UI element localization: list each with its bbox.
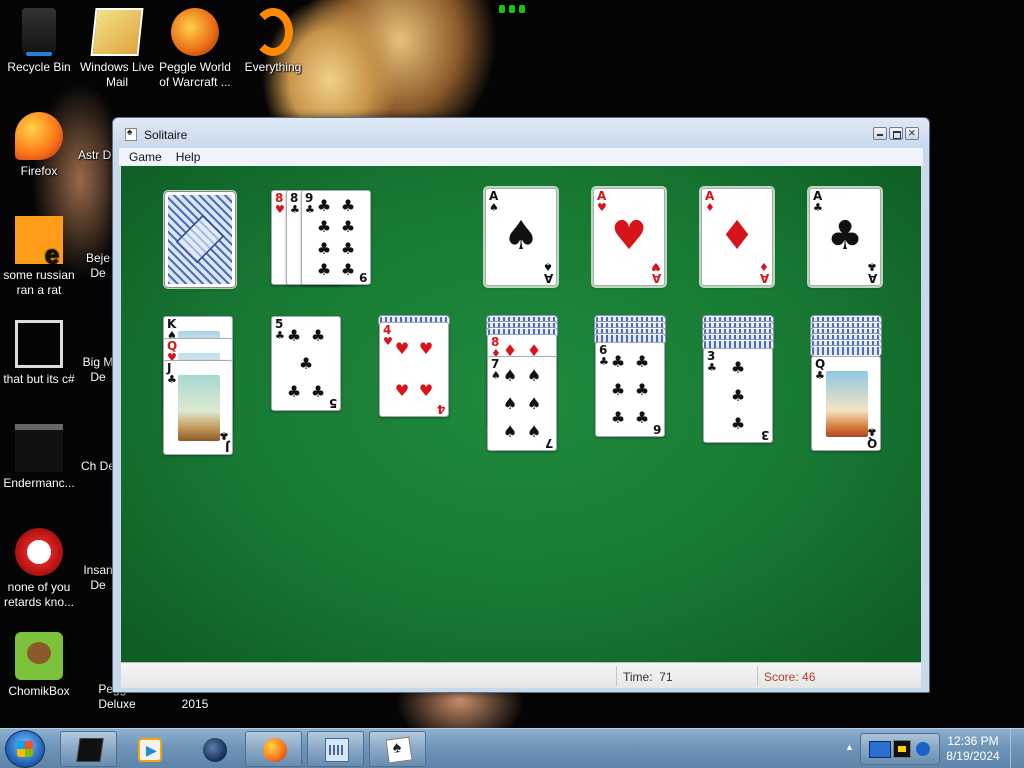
sync-icon[interactable] xyxy=(916,742,930,756)
time-value: 71 xyxy=(659,670,673,684)
orange-e-icon xyxy=(15,216,63,264)
globe-icon xyxy=(203,738,227,762)
desktop-icon-chomikbox[interactable]: ChomikBox xyxy=(0,632,78,699)
menu-game[interactable]: Game xyxy=(129,150,162,164)
peggle-icon xyxy=(171,8,219,56)
status-score: Score: 46 xyxy=(764,670,815,684)
status-separator xyxy=(616,666,617,686)
window-title: Solitaire xyxy=(144,128,188,142)
clock-date: 8/19/2024 xyxy=(946,749,1000,763)
card-back-pattern xyxy=(175,214,225,264)
tableau-card[interactable]: Q ♣ Q ♣ xyxy=(811,356,881,451)
desktop-icon-endermanch[interactable]: Endermanc... xyxy=(0,424,78,491)
tableau-card[interactable]: 5 ♣ ♣ ♣ ♣ ♣ ♣ 5 xyxy=(271,316,341,411)
menu-bar: Game Help xyxy=(119,148,923,166)
desktop-icon-windows-live-mail[interactable]: Windows Live Mail xyxy=(78,8,156,90)
desktop-icon-label: Windows Live Mail xyxy=(79,60,155,89)
time-label: Time: xyxy=(623,670,653,684)
clock-time: 12:36 PM xyxy=(947,734,999,748)
tableau-card[interactable]: 6 ♣ ♣ ♣ ♣ ♣ ♣ ♣ 6 xyxy=(595,342,665,437)
tableau-card[interactable]: 3 ♣ ♣ ♣ ♣ 3 xyxy=(703,348,773,443)
firefox-icon xyxy=(15,112,63,160)
solitaire-icon xyxy=(385,736,413,764)
chomikbox-icon xyxy=(15,632,63,680)
desktop-icon-2015[interactable]: 2015 xyxy=(156,697,234,712)
system-tray xyxy=(860,733,940,765)
status-time: Time: 71 xyxy=(623,670,673,684)
show-desktop-button[interactable] xyxy=(1010,729,1024,768)
red-circle-icon xyxy=(15,528,63,576)
top-indicator xyxy=(497,5,527,17)
everything-icon xyxy=(253,8,293,56)
queen-face-art xyxy=(826,371,868,437)
start-button[interactable] xyxy=(5,730,45,768)
device-icon[interactable] xyxy=(893,740,911,758)
stock-pile[interactable] xyxy=(164,191,236,288)
desktop-icon-some-russian[interactable]: some russian ran a rat xyxy=(0,216,78,298)
tableau-card[interactable]: J ♣ J ♣ xyxy=(163,360,233,455)
desktop-icon-none-of-you[interactable]: none of you retards kno... xyxy=(0,528,78,610)
taskbar-button-globe[interactable] xyxy=(185,731,242,767)
desktop-icon-label: Peggle World of Warcraft ... xyxy=(159,60,231,89)
jack-face-art xyxy=(178,375,220,441)
taskbar-button-firefox[interactable] xyxy=(245,731,302,767)
maximize-button[interactable] xyxy=(889,127,903,140)
waste-top-card[interactable]: 9 ♣ ♣ ♣ ♣ ♣ ♣ ♣ ♣ ♣ 9 xyxy=(301,190,371,285)
menu-help[interactable]: Help xyxy=(176,150,201,164)
desktop-icon-label: Endermanc... xyxy=(3,476,75,490)
keyboard-icon xyxy=(325,738,349,762)
mail-icon xyxy=(90,8,144,56)
minimize-button[interactable] xyxy=(873,127,887,140)
solitaire-app-icon xyxy=(125,127,137,141)
window-controls xyxy=(873,125,919,140)
desktop-icon-label: Firefox xyxy=(20,164,58,178)
score-label: Score: xyxy=(764,670,799,684)
clock[interactable]: 12:36 PM 8/19/2024 xyxy=(942,734,1004,764)
desktop-icon-everything[interactable]: Everything xyxy=(234,8,312,75)
desktop-icon-label: ChomikBox xyxy=(8,684,70,698)
desktop-icon-label: some russian ran a rat xyxy=(3,268,75,297)
taskbar-button-keyboard[interactable] xyxy=(307,731,364,767)
taskbar: ▲ 12:36 PM 8/19/2024 xyxy=(0,728,1024,768)
show-hidden-icons-arrow[interactable]: ▲ xyxy=(845,742,854,752)
solitaire-window[interactable]: Solitaire Game Help 8♥ 8♣ 9♣ ♣♣ ♣♣ ♣♣ xyxy=(112,117,930,693)
desktop-icon-peggle-wow[interactable]: Peggle World of Warcraft ... xyxy=(156,8,234,90)
status-bar: Time: 71 Score: 46 xyxy=(121,662,921,688)
taskbar-button-solitaire[interactable] xyxy=(369,731,426,767)
firefox-icon xyxy=(263,738,287,762)
status-separator xyxy=(757,666,758,686)
foundation-hearts[interactable]: A ♥ ♥ A ♥ xyxy=(593,188,665,286)
desktop-icon-firefox[interactable]: Firefox xyxy=(0,112,78,179)
network-icon[interactable] xyxy=(869,741,891,758)
desktop-icon-label: none of you retards kno... xyxy=(3,580,75,609)
tableau-card[interactable]: 7 ♠ ♠ ♠ ♠ ♠ ♠ ♠ 7 xyxy=(487,356,557,451)
taskbar-button-media[interactable] xyxy=(120,731,177,767)
foundation-diamonds[interactable]: A ♦ ♦ A ♦ xyxy=(701,188,773,286)
taskbar-button-cube[interactable] xyxy=(60,731,117,767)
desktop-icon-label: 2015 xyxy=(181,697,209,711)
desktop-icon-recycle-bin[interactable]: Recycle Bin xyxy=(0,8,78,75)
media-player-icon xyxy=(138,738,162,762)
recycle-bin-icon xyxy=(22,8,56,56)
window-icon xyxy=(15,424,63,472)
foundation-clubs[interactable]: A ♣ ♣ A ♣ xyxy=(809,188,881,286)
tableau-card[interactable]: 4 ♥ ♥ ♥ ♥ ♥ 4 xyxy=(379,322,449,417)
close-button[interactable] xyxy=(905,125,919,140)
game-board[interactable]: 8 ♥ 8 ♣ 9 ♣ ♣ ♣ ♣ ♣ ♣ ♣ ♣ ♣ 9 A ♠ ♠ A ♠ A ♥ ♥ A ♥ xyxy=(121,166,921,662)
face-down-card xyxy=(810,345,882,357)
foundation-spades[interactable]: A ♠ ♠ A ♠ xyxy=(485,188,557,286)
desktop-icon-label: Recycle Bin xyxy=(7,60,71,74)
desktop-icon-label: that but its c# xyxy=(3,372,75,386)
desktop-icon-that-but-its-csharp[interactable]: that but its c# xyxy=(0,320,78,387)
desktop-icon-label: Everything xyxy=(244,60,302,74)
score-value: 46 xyxy=(802,670,816,684)
windows-stack-icon xyxy=(15,320,63,368)
title-bar[interactable]: Solitaire xyxy=(113,118,929,148)
cube-app-icon xyxy=(76,738,104,762)
